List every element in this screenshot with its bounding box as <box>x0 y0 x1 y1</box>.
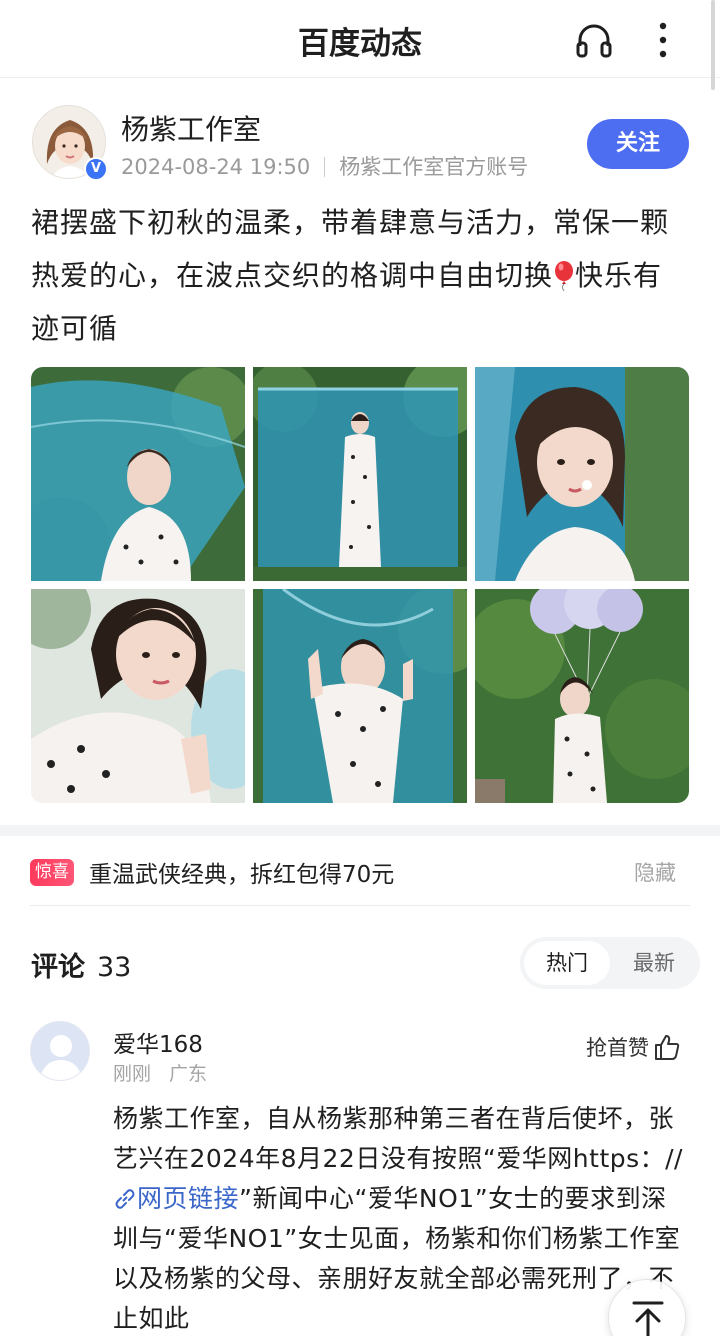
comments-header: 评论 33 <box>31 945 131 984</box>
balloon-emoji-icon <box>555 261 574 291</box>
comment-time: 刚刚 <box>113 1063 152 1085</box>
headphone-icon[interactable] <box>574 20 614 60</box>
comment-location: 广东 <box>169 1063 208 1085</box>
comment-sort-toggle: 热门 最新 <box>520 937 700 989</box>
post-time: 2024-08-24 19:50 <box>121 155 311 179</box>
promo-badge: 惊喜 <box>30 859 74 886</box>
verified-badge-icon: V <box>84 157 108 181</box>
comments-title: 评论 <box>31 952 85 983</box>
post-source: 杨紫工作室官方账号 <box>339 155 529 179</box>
post-photo[interactable] <box>475 367 689 581</box>
scrollbar[interactable] <box>711 0 715 90</box>
section-divider <box>0 825 720 836</box>
comment-text: 杨紫工作室，自从杨紫那种第三者在背后使坏，张艺兴在2024年8月22日没有按照“… <box>113 1099 683 1336</box>
more-vertical-icon[interactable] <box>648 20 678 60</box>
hide-promo-button[interactable]: 隐藏 <box>634 857 676 887</box>
post-photo[interactable] <box>253 589 467 803</box>
post-photo[interactable] <box>31 367 245 581</box>
comment-meta: 刚刚 广东 <box>113 1059 207 1086</box>
sort-new-tab[interactable]: 最新 <box>614 941 694 985</box>
like-label: 抢首赞 <box>586 1036 649 1060</box>
comment-text-start: 杨紫工作室，自从杨紫那种第三者在背后使坏，张艺兴在2024年8月22日没有按照“… <box>113 1104 683 1173</box>
like-button[interactable]: 抢首赞 <box>586 1032 681 1062</box>
web-link[interactable]: 网页链接 <box>113 1184 239 1213</box>
post-meta: 2024-08-24 19:50 杨紫工作室官方账号 <box>121 151 528 181</box>
author-name[interactable]: 杨紫工作室 <box>121 108 261 148</box>
promo-link[interactable]: 重温武侠经典，拆红包得70元 <box>89 855 394 889</box>
back-to-top-icon <box>632 1301 664 1336</box>
comments-count: 33 <box>97 952 132 983</box>
link-icon <box>115 1189 135 1209</box>
meta-divider <box>324 157 326 177</box>
post-photo[interactable] <box>253 367 467 581</box>
promo-divider <box>30 905 690 906</box>
post-photo[interactable] <box>475 589 689 803</box>
sort-hot-tab[interactable]: 热门 <box>524 941 610 985</box>
commenter-avatar[interactable] <box>30 1021 90 1081</box>
follow-button[interactable]: 关注 <box>587 119 689 169</box>
photo-grid <box>31 367 689 804</box>
commenter-name[interactable]: 爱华168 <box>113 1025 203 1059</box>
author-avatar[interactable]: V <box>32 105 108 181</box>
top-bar: 百度动态 <box>0 0 720 78</box>
thumbs-up-icon <box>655 1035 680 1060</box>
post-text: 裙摆盛下初秋的温柔，带着肆意与活力，常保一颗热爱的心，在波点交织的格调中自由切换… <box>31 196 691 355</box>
post-photo[interactable] <box>31 589 245 803</box>
web-link-label: 网页链接 <box>137 1184 240 1213</box>
